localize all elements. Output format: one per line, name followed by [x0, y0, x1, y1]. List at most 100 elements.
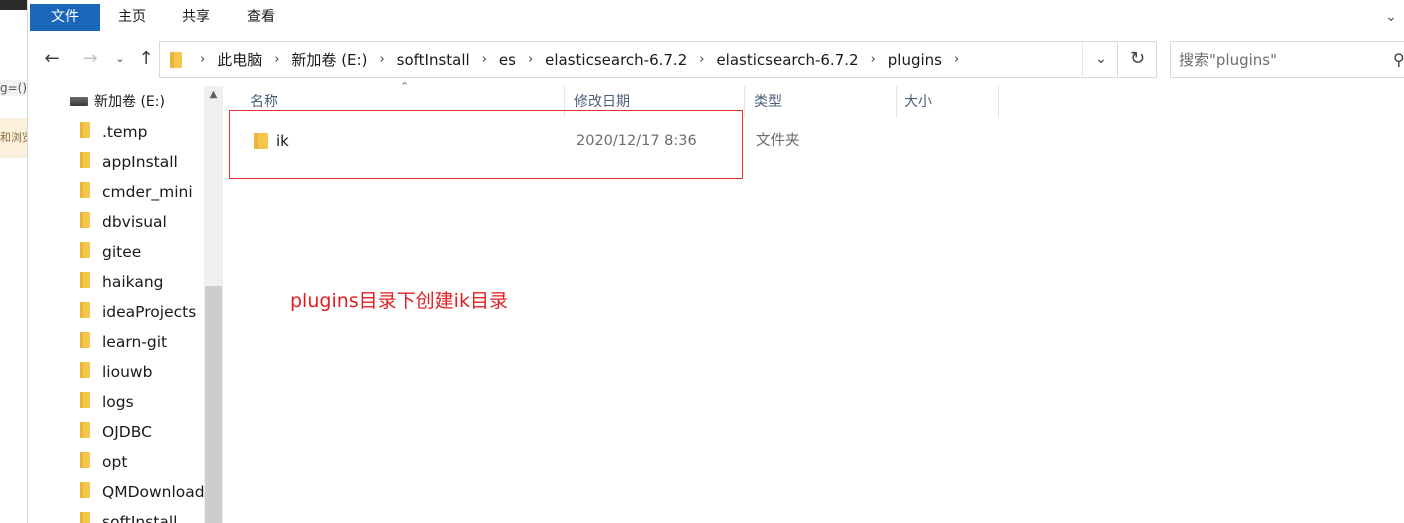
column-divider[interactable]	[896, 86, 897, 118]
folder-icon	[80, 508, 90, 523]
folder-icon	[80, 448, 90, 478]
tree-item-label: ideaProjects	[102, 303, 197, 321]
ribbon-expand-icon[interactable]: ⌄	[1382, 8, 1400, 26]
tab-view[interactable]: 查看	[233, 4, 289, 31]
folder-icon	[80, 358, 90, 388]
navigation-bar: ← → ⌄ ↑ › 此电脑 › 新加卷 (E:) › softInstall ›…	[28, 34, 1404, 86]
scrollbar-thumb[interactable]	[205, 286, 222, 523]
tree-item-folder[interactable]: QMDownload	[80, 477, 205, 507]
arrow-right-icon: →	[82, 48, 98, 69]
annotation-text: plugins目录下创建ik目录	[290, 290, 508, 312]
folder-icon	[80, 328, 90, 358]
column-divider[interactable]	[998, 86, 999, 118]
file-type: 文件夹	[756, 133, 800, 149]
folder-icon	[80, 478, 90, 508]
folder-icon	[170, 52, 182, 72]
chevron-right-icon[interactable]: ›	[520, 52, 541, 67]
address-bar[interactable]: › 此电脑 › 新加卷 (E:) › softInstall › es › el…	[159, 41, 1118, 78]
highlight-box	[229, 110, 743, 179]
tree-item-label: appInstall	[102, 153, 178, 171]
tab-file[interactable]: 文件	[30, 4, 100, 31]
tree-item-label: opt	[102, 453, 128, 471]
tree-item-label: haikang	[102, 273, 164, 291]
chevron-right-icon[interactable]: ›	[371, 52, 392, 67]
folder-icon	[80, 388, 90, 418]
tree-item-label: learn-git	[102, 333, 168, 351]
search-input[interactable]	[1179, 49, 1379, 71]
tree-item-folder[interactable]: logs	[80, 387, 134, 417]
tree-item-folder[interactable]: gitee	[80, 237, 141, 267]
background-text-fragment: g=()	[0, 80, 28, 96]
breadcrumb-item[interactable]: es	[495, 51, 520, 69]
chevron-right-icon[interactable]: ›	[192, 52, 213, 67]
tree-item-label: softInstall	[102, 513, 178, 523]
tree-item-drive-e[interactable]: 新加卷 (E:)	[70, 87, 165, 117]
chevron-right-icon[interactable]: ›	[863, 52, 884, 67]
navigation-pane: 新加卷 (E:) .temp appInstall cmder_minidbvisu…	[28, 86, 224, 523]
breadcrumb-item[interactable]: elasticsearch-6.7.2	[541, 51, 691, 69]
refresh-icon: ↻	[1129, 48, 1146, 69]
tree-item-label: logs	[102, 393, 134, 411]
chevron-down-icon: ⌄	[115, 52, 125, 65]
tree-item-label: OJDBC	[102, 423, 152, 441]
folder-icon	[80, 238, 90, 268]
breadcrumb-item[interactable]: 新加卷 (E:)	[287, 49, 371, 70]
tree-item-folder[interactable]: learn-git	[80, 327, 167, 357]
tree-item-folder[interactable]: cmder_mini	[80, 177, 193, 207]
refresh-button[interactable]: ↻	[1119, 41, 1157, 78]
arrow-up-icon: ↑	[138, 48, 154, 69]
folder-icon	[80, 148, 90, 178]
tree-item-folder[interactable]: OJDBC	[80, 417, 152, 447]
chevron-right-icon[interactable]: ›	[946, 52, 967, 67]
tree-item-label: dbvisual	[102, 213, 167, 231]
up-button[interactable]: ↑	[134, 46, 158, 72]
tree-item-label: 新加卷 (E:)	[94, 94, 165, 110]
tree-item-label: cmder_mini	[102, 183, 193, 201]
tree-item-folder[interactable]: appInstall	[80, 147, 178, 177]
folder-icon	[80, 118, 90, 148]
tab-share[interactable]: 共享	[168, 4, 224, 31]
column-divider[interactable]	[744, 86, 745, 118]
tree-item-folder[interactable]: .temp	[80, 117, 147, 147]
tree-item-folder[interactable]: dbvisual	[80, 207, 167, 237]
search-icon[interactable]: ⚲	[1393, 50, 1404, 69]
tab-home[interactable]: 主页	[104, 4, 160, 31]
background-notice-fragment: 和浏览	[0, 118, 27, 158]
folder-icon	[80, 178, 90, 208]
breadcrumb: › 此电脑 › 新加卷 (E:) › softInstall › es › el…	[192, 42, 967, 77]
column-header-size[interactable]: 大小	[900, 86, 932, 118]
tree-item-folder[interactable]: opt	[80, 447, 127, 477]
breadcrumb-item[interactable]: elasticsearch-6.7.2	[712, 51, 862, 69]
column-header-type[interactable]: 类型	[750, 86, 782, 118]
folder-icon	[80, 298, 90, 328]
folder-icon	[80, 208, 90, 238]
tree-item-folder[interactable]: softInstall	[80, 507, 177, 523]
background-window: g=() 和浏览	[0, 0, 28, 523]
recent-locations-button[interactable]: ⌄	[112, 46, 128, 72]
chevron-right-icon[interactable]: ›	[266, 52, 287, 67]
navigation-scrollbar[interactable]: ▲	[204, 86, 223, 523]
breadcrumb-item[interactable]: 此电脑	[213, 49, 266, 70]
breadcrumb-item[interactable]: softInstall	[393, 51, 474, 69]
drive-icon	[70, 96, 88, 106]
tree-item-folder[interactable]: ideaProjects	[80, 297, 196, 327]
back-button[interactable]: ←	[40, 46, 64, 72]
tree-item-label: gitee	[102, 243, 142, 261]
ribbon-tabs: 文件 主页 共享 查看 ⌄	[28, 0, 1404, 34]
file-list: ⌃ 名称 修改日期 类型 大小 ik 2020/12/17 8:36 文件夹 p…	[224, 80, 1404, 523]
tree-item-folder[interactable]: liouwb	[80, 357, 152, 387]
chevron-right-icon[interactable]: ›	[691, 52, 712, 67]
chevron-right-icon[interactable]: ›	[474, 52, 495, 67]
file-explorer-window: 文件 主页 共享 查看 ⌄ ← → ⌄ ↑ › 此电脑 › 新加卷 (E:) ›…	[28, 0, 1404, 523]
sort-ascending-icon: ⌃	[400, 80, 410, 93]
folder-icon	[80, 418, 90, 448]
folder-icon	[80, 268, 90, 298]
tree-item-label: .temp	[102, 123, 148, 141]
tree-item-folder[interactable]: haikang	[80, 267, 164, 297]
search-box: ⚲	[1170, 41, 1404, 78]
tree-item-label: QMDownload	[102, 483, 205, 501]
forward-button[interactable]: →	[78, 46, 102, 72]
address-dropdown-icon[interactable]: ⌄	[1093, 51, 1109, 67]
breadcrumb-item[interactable]: plugins	[884, 51, 946, 69]
scroll-up-icon[interactable]: ▲	[204, 86, 223, 104]
